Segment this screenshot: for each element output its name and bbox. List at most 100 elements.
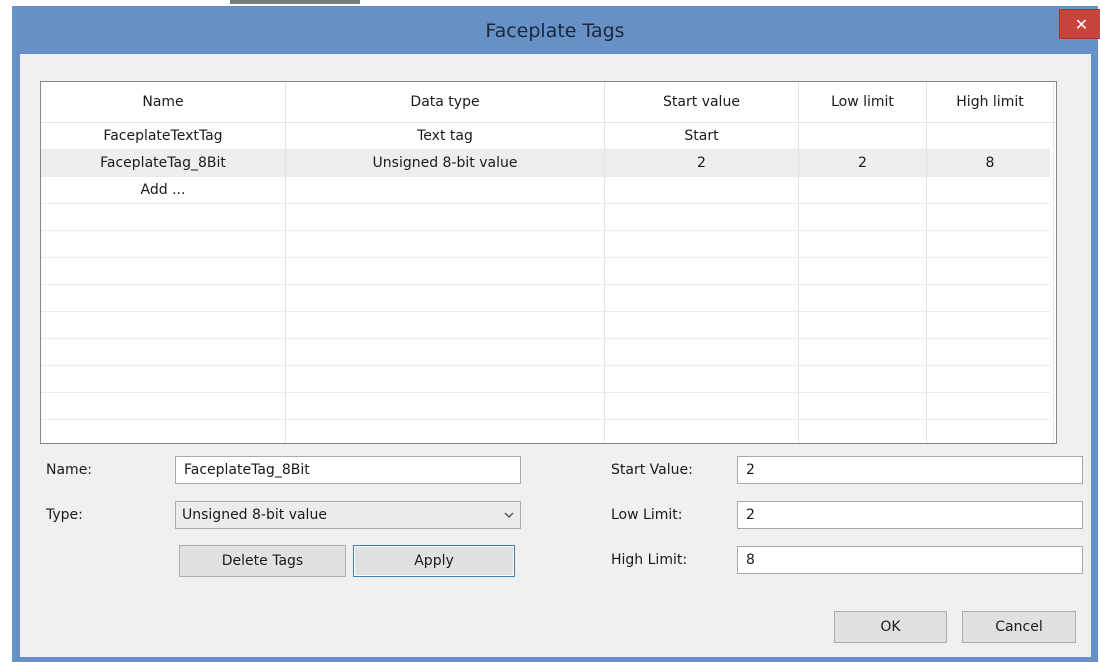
empty-cell (286, 231, 605, 257)
cell-high-limit (927, 177, 1054, 203)
empty-table-row (41, 420, 1054, 443)
cancel-button[interactable]: Cancel (962, 611, 1076, 643)
cell-start-value[interactable]: 2 (605, 150, 799, 176)
empty-cell (286, 285, 605, 311)
empty-cell (41, 285, 286, 311)
table-header: Name Data type Start value Low limit Hig… (41, 82, 1056, 123)
empty-cell (41, 366, 286, 392)
type-select-value: Unsigned 8-bit value (182, 507, 327, 523)
cell-data-type[interactable]: Text tag (286, 123, 605, 149)
title-bar[interactable]: Faceplate Tags ✕ (12, 6, 1100, 56)
empty-cell (927, 393, 1054, 419)
empty-cell (799, 258, 927, 284)
empty-cell (927, 420, 1054, 443)
table-row-selected[interactable]: FaceplateTag_8Bit Unsigned 8-bit value 2… (41, 150, 1054, 177)
cell-name[interactable]: FaceplateTextTag (41, 123, 286, 149)
start-value-label: Start Value: (611, 462, 693, 478)
ok-button[interactable]: OK (834, 611, 947, 643)
dialog-title: Faceplate Tags (485, 20, 625, 42)
empty-cell (927, 339, 1054, 365)
empty-cell (286, 339, 605, 365)
empty-cell (286, 258, 605, 284)
empty-table-row (41, 285, 1054, 312)
column-header-name[interactable]: Name (41, 82, 286, 122)
empty-table-row (41, 231, 1054, 258)
empty-table-row (41, 339, 1054, 366)
column-header-high-limit[interactable]: High limit (927, 82, 1054, 122)
empty-cell (41, 258, 286, 284)
empty-cell (605, 204, 799, 230)
empty-cell (799, 204, 927, 230)
empty-cell (927, 258, 1054, 284)
dialog-client-area: Name Data type Start value Low limit Hig… (20, 54, 1091, 657)
empty-cell (799, 339, 927, 365)
cell-start-value (605, 177, 799, 203)
column-header-data-type[interactable]: Data type (286, 82, 605, 122)
cell-data-type[interactable]: Unsigned 8-bit value (286, 150, 605, 176)
type-label: Type: (46, 507, 83, 523)
empty-cell (605, 420, 799, 443)
empty-cell (799, 312, 927, 338)
empty-cell (605, 393, 799, 419)
empty-cell (605, 339, 799, 365)
empty-cell (927, 312, 1054, 338)
empty-cell (799, 393, 927, 419)
cell-high-limit[interactable] (927, 123, 1054, 149)
empty-cell (286, 420, 605, 443)
cell-low-limit (799, 177, 927, 203)
column-header-start-value[interactable]: Start value (605, 82, 799, 122)
empty-cell (605, 258, 799, 284)
empty-cell (41, 339, 286, 365)
empty-cell (605, 312, 799, 338)
cell-high-limit[interactable]: 8 (927, 150, 1054, 176)
empty-cell (286, 393, 605, 419)
close-icon: ✕ (1074, 15, 1089, 34)
tags-table[interactable]: Name Data type Start value Low limit Hig… (40, 81, 1057, 444)
empty-cell (286, 312, 605, 338)
empty-cell (286, 366, 605, 392)
empty-cell (799, 420, 927, 443)
close-button[interactable]: ✕ (1059, 9, 1100, 39)
add-tag-cell[interactable]: Add ... (41, 177, 286, 203)
empty-cell (605, 231, 799, 257)
empty-cell (927, 366, 1054, 392)
high-limit-label: High Limit: (611, 552, 688, 568)
low-limit-label: Low Limit: (611, 507, 683, 523)
name-label: Name: (46, 462, 93, 478)
cell-start-value[interactable]: Start (605, 123, 799, 149)
name-field[interactable]: FaceplateTag_8Bit (175, 456, 521, 484)
low-limit-field[interactable]: 2 (737, 501, 1083, 529)
empty-table-row (41, 312, 1054, 339)
table-row[interactable]: FaceplateTextTag Text tag Start (41, 123, 1054, 150)
cell-data-type (286, 177, 605, 203)
faceplate-tags-dialog: Faceplate Tags ✕ Name Data type Start va… (12, 6, 1100, 662)
empty-cell (41, 231, 286, 257)
type-select[interactable]: Unsigned 8-bit value (175, 501, 521, 529)
cell-low-limit[interactable] (799, 123, 927, 149)
empty-cell (927, 231, 1054, 257)
empty-cell (41, 204, 286, 230)
empty-table-row (41, 393, 1054, 420)
cell-name[interactable]: FaceplateTag_8Bit (41, 150, 286, 176)
empty-cell (799, 285, 927, 311)
cell-low-limit[interactable]: 2 (799, 150, 927, 176)
delete-tags-button[interactable]: Delete Tags (179, 545, 346, 577)
empty-cell (799, 366, 927, 392)
empty-cell (41, 312, 286, 338)
background-tab-line (230, 0, 360, 4)
start-value-field[interactable]: 2 (737, 456, 1083, 484)
empty-cell (605, 285, 799, 311)
empty-table-row (41, 204, 1054, 231)
empty-table-row (41, 258, 1054, 285)
empty-cell (927, 204, 1054, 230)
empty-cell (799, 231, 927, 257)
empty-table-row (41, 366, 1054, 393)
empty-cell (605, 366, 799, 392)
column-header-low-limit[interactable]: Low limit (799, 82, 927, 122)
empty-cell (41, 420, 286, 443)
table-row-add[interactable]: Add ... (41, 177, 1054, 204)
empty-cell (286, 204, 605, 230)
empty-cell (927, 285, 1054, 311)
apply-button[interactable]: Apply (353, 545, 515, 577)
high-limit-field[interactable]: 8 (737, 546, 1083, 574)
